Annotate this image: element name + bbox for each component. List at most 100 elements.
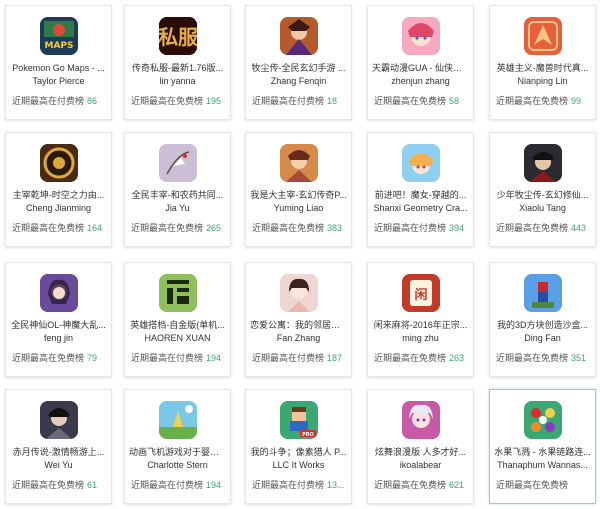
rank-number: 194 xyxy=(206,353,222,363)
wing-emblem-icon[interactable] xyxy=(523,17,562,55)
witch-girl-icon[interactable] xyxy=(401,144,440,182)
rank-info: 近期最高在付费榜 86 xyxy=(12,95,107,107)
spider-hero-icon[interactable] xyxy=(523,274,562,312)
pokemon-maps-icon[interactable]: MAPS xyxy=(39,17,78,55)
app-title[interactable]: 全民神仙OL-神魔大乱... xyxy=(10,319,107,331)
rank-label: 近期最高在付费榜 xyxy=(252,96,325,106)
app-author: Cheng Jianming xyxy=(25,203,92,213)
rank-info: 近期最高在付费榜 18 xyxy=(252,95,347,107)
app-title[interactable]: 前进吧！魔女-穿越的... xyxy=(372,189,469,201)
rank-label: 近期最高在免费榜 xyxy=(496,480,569,490)
lady-portrait-icon[interactable] xyxy=(279,274,318,312)
rank-info: 近期最高在付费榜 194 xyxy=(131,352,226,364)
app-title[interactable]: 天霸动漫GUA - 仙侠幽... xyxy=(372,62,469,74)
pixel-hunter-icon[interactable]: PRO xyxy=(279,401,318,439)
app-title[interactable]: 我是大主宰-玄幻传奇P... xyxy=(250,189,347,201)
app-card[interactable]: 牧尘传-全民玄幻手游 ... Zhang Fenqin 近期最高在付费榜 18 xyxy=(245,5,352,120)
app-title[interactable]: 传奇私服-最新1.76版... xyxy=(129,62,226,74)
app-title[interactable]: 主宰乾坤-时空之力由... xyxy=(10,189,107,201)
rank-info: 近期最高在免费榜 61 xyxy=(12,479,107,491)
app-card[interactable]: 英雄搭档-自金版(单机... HAOREN XUAN 近期最高在付费榜 194 xyxy=(124,262,231,377)
app-card[interactable]: 闲闲来麻将-2016年正宗... ming zhu 近期最高在免费榜 263 xyxy=(367,262,474,377)
rank-info: 近期最高在免费榜 351 xyxy=(496,352,591,364)
rank-number: 18 xyxy=(327,96,338,106)
app-author: Ding Fan xyxy=(524,333,561,343)
app-title[interactable]: 少年牧尘传-玄幻修仙... xyxy=(494,189,591,201)
app-card[interactable]: 动画飞机游戏对于婴儿... Charlotte Stern 近期最高在付费榜 194 xyxy=(124,389,231,504)
fairy-lady-icon[interactable] xyxy=(39,274,78,312)
rank-number: 443 xyxy=(571,223,587,233)
app-author: Charlotte Stern xyxy=(147,460,208,470)
crane-painting-icon[interactable] xyxy=(158,144,197,182)
rank-info: 近期最高在免费榜 383 xyxy=(252,222,347,234)
app-card[interactable]: 全民神仙OL-神魔大乱... feng jin 近期最高在免费榜 79 xyxy=(5,262,112,377)
rank-info: 近期最高在付费榜 13... xyxy=(252,479,347,491)
swordsman-icon[interactable] xyxy=(39,401,78,439)
rank-label: 近期最高在付费榜 xyxy=(252,353,325,363)
app-card[interactable]: MAPS Pokemon Go Maps - ... Taylor Pierce 近期… xyxy=(5,5,112,120)
app-author: Shanxi Geometry Cra... xyxy=(373,203,468,213)
rank-label: 近期最高在免费榜 xyxy=(374,96,447,106)
rank-number: 195 xyxy=(206,96,222,106)
app-title[interactable]: 我的斗争；像素猎人 P... xyxy=(250,446,347,458)
app-card[interactable]: 私服 传奇私服-最新1.76版... lin yanna 近期最高在免费榜 195 xyxy=(124,5,231,120)
rank-number: 194 xyxy=(206,480,222,490)
app-card[interactable]: 恋爱公寓：我的邻居，... Fan Zhang 近期最高在付费榜 187 xyxy=(245,262,352,377)
rank-info: 近期最高在免费榜 621 xyxy=(374,479,469,491)
app-card[interactable]: 炫舞浪漫版 人多才好... ikoalabear 近期最高在免费榜 621 xyxy=(367,389,474,504)
app-card[interactable]: 少年牧尘传-玄幻修仙... Xiaolu Tang 近期最高在免费榜 443 xyxy=(489,132,596,247)
anime-girl-icon[interactable] xyxy=(401,17,440,55)
sky-scene-icon[interactable] xyxy=(158,401,197,439)
dancer-girl-icon[interactable] xyxy=(401,401,440,439)
app-author: Nianping Lin xyxy=(517,76,568,86)
app-card[interactable]: 我的3D方块创造沙盒... Ding Fan 近期最高在免费榜 351 xyxy=(489,262,596,377)
app-title[interactable]: 我的3D方块创造沙盒... xyxy=(494,319,591,331)
rank-number: 13... xyxy=(327,480,345,490)
fantasy-warrior-icon[interactable] xyxy=(279,17,318,55)
app-author: Jia Yu xyxy=(165,203,190,213)
dark-hero-icon[interactable] xyxy=(523,144,562,182)
app-title[interactable]: 炫舞浪漫版 人多才好... xyxy=(372,446,469,458)
app-card[interactable]: 主宰乾坤-时空之力由... Cheng Jianming 近期最高在免费榜 164 xyxy=(5,132,112,247)
rank-label: 近期最高在免费榜 xyxy=(131,96,204,106)
rank-number: 351 xyxy=(571,353,587,363)
hero-portrait-icon[interactable] xyxy=(279,144,318,182)
rank-label: 近期最高在免费榜 xyxy=(131,223,204,233)
app-card[interactable]: 我是大主宰-玄幻传奇P... Yuming Liao 近期最高在免费榜 383 xyxy=(245,132,352,247)
app-title[interactable]: 英雄主义-魔兽时代真... xyxy=(494,62,591,74)
app-author: ikoalabear xyxy=(399,460,442,470)
app-card[interactable]: 全民丰宰-和农药共同... Jia Yu 近期最高在免费榜 265 xyxy=(124,132,231,247)
rank-info: 近期最高在免费榜 xyxy=(496,479,591,491)
sifu-calligraphy-icon[interactable]: 私服 xyxy=(158,17,197,55)
app-author: feng jin xyxy=(43,333,74,343)
app-title[interactable]: 全民丰宰-和农药共同... xyxy=(129,189,226,201)
rank-info: 近期最高在免费榜 79 xyxy=(12,352,107,364)
app-title[interactable]: 闲来麻将-2016年正宗... xyxy=(372,319,469,331)
app-author: Zhang Fenqin xyxy=(270,76,327,86)
svg-text:PRO: PRO xyxy=(302,432,314,438)
golden-seal-icon[interactable] xyxy=(39,144,78,182)
svg-text:私服: 私服 xyxy=(159,25,197,49)
app-title[interactable]: 水果飞溅 - 水果链路连... xyxy=(494,446,591,458)
fruit-splash-icon[interactable] xyxy=(523,401,562,439)
mahjong-icon[interactable]: 闲 xyxy=(401,274,440,312)
pixel-glyph-icon[interactable] xyxy=(158,274,197,312)
app-author: Fan Zhang xyxy=(276,333,321,343)
app-author: Taylor Pierce xyxy=(32,76,85,86)
app-title[interactable]: Pokemon Go Maps - ... xyxy=(10,62,107,74)
app-card[interactable]: 天霸动漫GUA - 仙侠幽... zhenjun zhang 近期最高在免费榜 58 xyxy=(367,5,474,120)
rank-label: 近期最高在免费榜 xyxy=(374,480,447,490)
app-title[interactable]: 恋爱公寓：我的邻居，... xyxy=(250,319,347,331)
app-card[interactable]: 英雄主义-魔兽时代真... Nianping Lin 近期最高在免费榜 99 xyxy=(489,5,596,120)
app-card[interactable]: 水果飞溅 - 水果链路连... Thanaphum Wannas... 近期最高在免… xyxy=(489,389,596,504)
rank-info: 近期最高在免费榜 443 xyxy=(496,222,591,234)
app-title[interactable]: 英雄搭档-自金版(单机... xyxy=(129,319,226,331)
app-card[interactable]: 赤月传说-激情畅游上... Wei Yu 近期最高在免费榜 61 xyxy=(5,389,112,504)
rank-info: 近期最高在免费榜 164 xyxy=(12,222,107,234)
rank-number: 86 xyxy=(87,96,98,106)
app-card[interactable]: 前进吧！魔女-穿越的... Shanxi Geometry Cra... 近期最高在… xyxy=(367,132,474,247)
app-card[interactable]: PRO 我的斗争；像素猎人 P... LLC It Works 近期最高在付费榜 13.… xyxy=(245,389,352,504)
app-title[interactable]: 赤月传说-激情畅游上... xyxy=(10,446,107,458)
app-title[interactable]: 动画飞机游戏对于婴儿... xyxy=(129,446,226,458)
app-title[interactable]: 牧尘传-全民玄幻手游 ... xyxy=(250,62,347,74)
